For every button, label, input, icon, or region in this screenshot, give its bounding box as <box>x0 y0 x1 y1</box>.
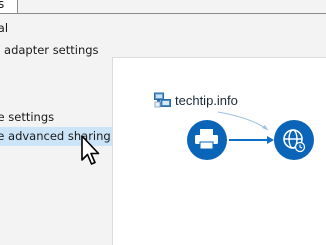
network-diagram <box>187 111 314 160</box>
menu-item-advanced-sharing-label: ge advanced sharing settings <box>0 129 122 143</box>
tab-divider <box>18 13 326 14</box>
window-tab[interactable]: s <box>0 0 18 14</box>
connection-arrowhead <box>267 136 274 144</box>
network-computers-icon <box>154 92 171 108</box>
window-tab-label: s <box>0 0 5 11</box>
connection-curve-arrowhead <box>262 125 268 130</box>
globe-clock-icon <box>274 120 314 160</box>
printer-icon <box>187 120 227 160</box>
brand: techtip.info <box>154 91 238 109</box>
menu-item-advanced-sharing-settings[interactable]: ge advanced sharing settings <box>0 127 122 146</box>
menu-item-remote-settings[interactable]: ote settings <box>0 110 54 124</box>
menu-item-change-adapter-settings[interactable]: ge adapter settings <box>0 43 99 57</box>
mouse-pointer-icon <box>81 135 100 165</box>
brand-text: techtip.info <box>175 92 238 108</box>
menu-item-general[interactable]: eral <box>0 21 8 35</box>
connection-curve <box>217 111 269 131</box>
